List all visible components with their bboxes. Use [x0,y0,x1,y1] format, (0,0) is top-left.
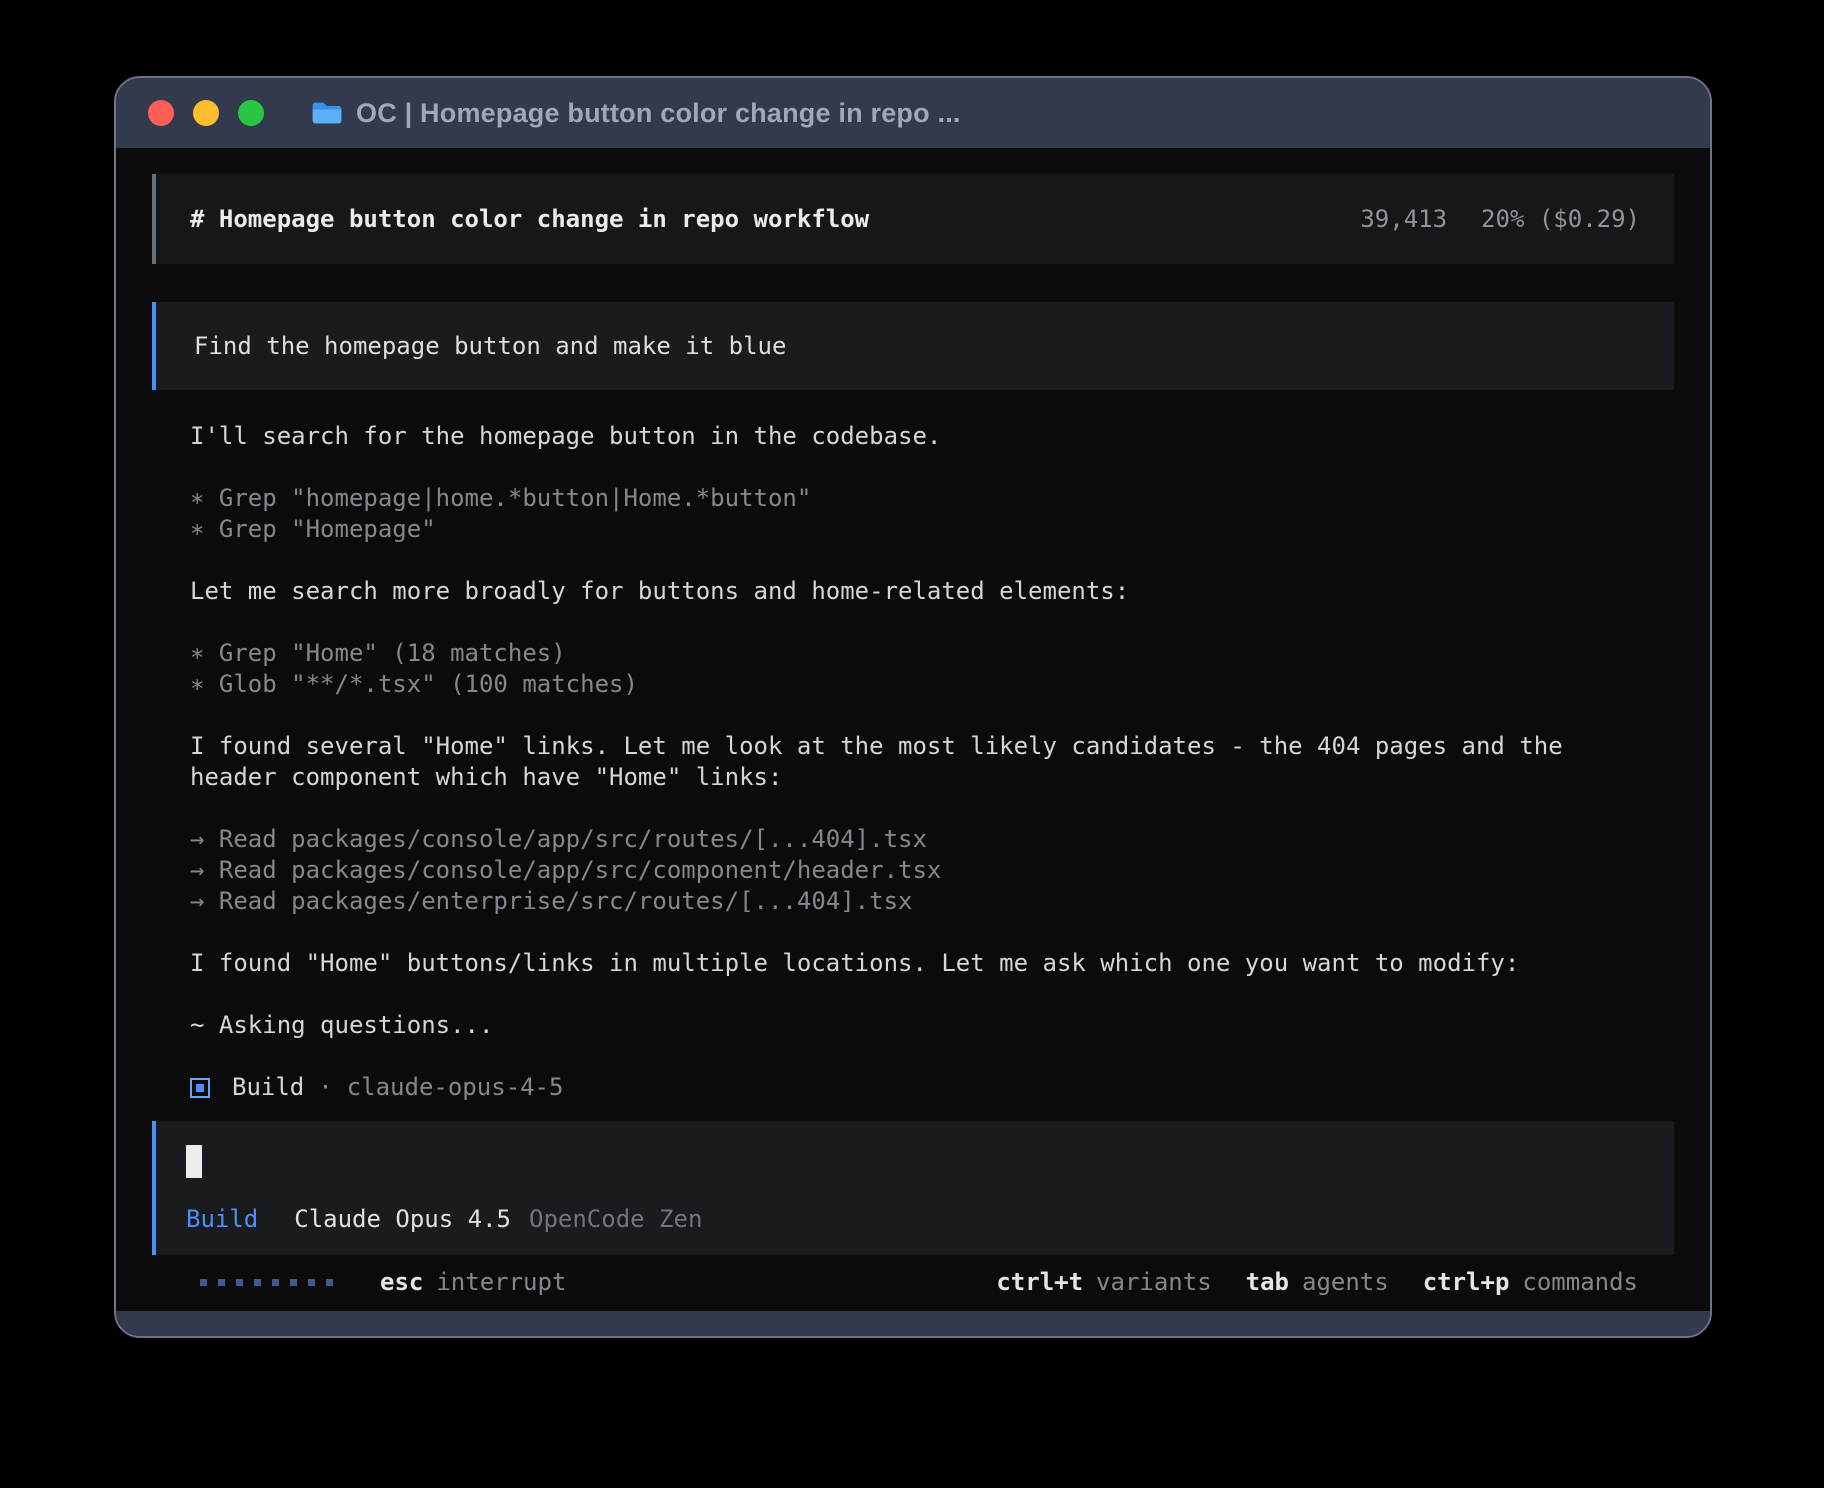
hint-commands: ctrl+p commands [1423,1268,1638,1296]
assistant-text: I found "Home" buttons/links in multiple… [190,948,1650,979]
assistant-text: I'll search for the homepage button in t… [190,421,1650,452]
hint-agents: tab agents [1246,1268,1389,1296]
user-message: Find the homepage button and make it blu… [152,302,1674,390]
hint-interrupt: esc interrupt [380,1268,566,1296]
prompt-input[interactable]: Build Claude Opus 4.5 OpenCode Zen [152,1121,1674,1255]
user-message-text: Find the homepage button and make it blu… [194,332,786,360]
assistant-text: Let me search more broadly for buttons a… [190,576,1650,607]
agent-status-row: Build · claude-opus-4-5 [190,1072,1650,1103]
input-model-name[interactable]: Claude Opus 4.5 [294,1205,511,1233]
text-cursor [186,1145,202,1178]
assistant-stream: I'll search for the homepage button in t… [190,390,1650,1103]
agent-build-icon [190,1078,210,1098]
session-title: # Homepage button color change in repo w… [190,205,869,233]
input-model-provider: OpenCode Zen [529,1205,702,1233]
activity-dots [200,1279,344,1286]
hint-commands-key: ctrl+p [1423,1268,1510,1296]
hint-interrupt-key: esc [380,1268,423,1296]
hint-variants-key: ctrl+t [996,1268,1083,1296]
terminal-content: # Homepage button color change in repo w… [116,148,1710,1311]
hint-variants-label: variants [1096,1268,1212,1296]
zoom-button[interactable] [238,100,264,126]
titlebar[interactable]: OC | Homepage button color change in rep… [116,78,1710,148]
hint-interrupt-label: interrupt [436,1268,566,1296]
tool-call-read: → Read packages/console/app/src/routes/[… [190,824,1650,855]
hint-variants: ctrl+t variants [996,1268,1211,1296]
minimize-button[interactable] [193,100,219,126]
window-bottom-edge [116,1311,1710,1336]
token-count: 39,413 [1360,205,1447,233]
model-row: Build Claude Opus 4.5 OpenCode Zen [186,1205,1644,1233]
tool-call-read: → Read packages/enterprise/src/routes/[.… [190,886,1650,917]
agent-model: claude-opus-4-5 [347,1072,564,1103]
hint-commands-label: commands [1522,1268,1638,1296]
folder-icon [311,100,343,126]
session-header: # Homepage button color change in repo w… [152,174,1674,264]
close-button[interactable] [148,100,174,126]
tool-call-grep: ∗ Grep "Homepage" [190,514,1650,545]
status-asking-questions: ~ Asking questions... [190,1010,1650,1041]
status-bar: esc interrupt ctrl+t variants tab agents… [152,1259,1674,1311]
hint-agents-label: agents [1302,1268,1389,1296]
tool-call-read: → Read packages/console/app/src/componen… [190,855,1650,886]
tool-call-grep: ∗ Grep "Home" (18 matches) [190,638,1650,669]
hint-agents-key: tab [1246,1268,1289,1296]
window-title: OC | Homepage button color change in rep… [356,98,961,129]
agent-name: Build [232,1072,304,1103]
assistant-text: I found several "Home" links. Let me loo… [190,731,1650,793]
session-stats: 39,413 20% ($0.29) [1360,205,1640,233]
agent-separator: · [318,1072,332,1103]
terminal-window: OC | Homepage button color change in rep… [114,76,1712,1338]
context-usage: 20% ($0.29) [1481,205,1640,233]
tool-call-grep: ∗ Grep "homepage|home.*button|Home.*butt… [190,483,1650,514]
input-agent-label[interactable]: Build [186,1205,258,1233]
tool-call-glob: ∗ Glob "**/*.tsx" (100 matches) [190,669,1650,700]
